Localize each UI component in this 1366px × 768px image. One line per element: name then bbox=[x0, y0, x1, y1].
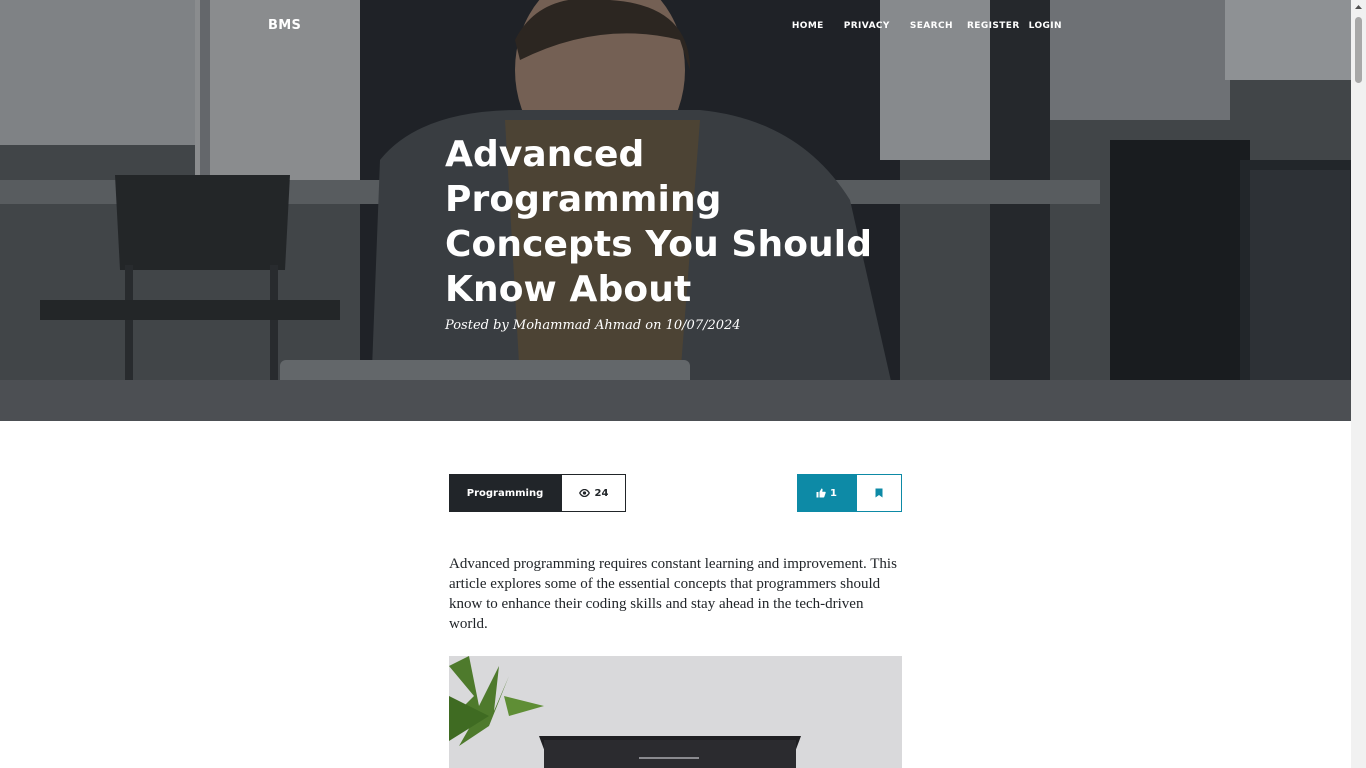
brand-logo-link[interactable]: BMS bbox=[268, 18, 301, 33]
like-button[interactable]: 1 bbox=[797, 474, 856, 512]
nav-link-privacy[interactable]: PRIVACY bbox=[844, 21, 890, 31]
bookmark-icon bbox=[875, 488, 883, 498]
article-intro-paragraph: Advanced programming requires constant l… bbox=[449, 556, 897, 632]
views-badge: 24 bbox=[561, 474, 626, 512]
nav-link-search[interactable]: SEARCH bbox=[910, 21, 953, 31]
article-image bbox=[449, 656, 902, 768]
views-count: 24 bbox=[594, 487, 609, 499]
nav-link-login[interactable]: LOGIN bbox=[1029, 21, 1062, 31]
like-count: 1 bbox=[830, 487, 837, 499]
category-button[interactable]: Programming bbox=[449, 474, 561, 512]
nav-links: HOME PRIVACY SEARCH REGISTER LOGIN bbox=[792, 21, 1062, 31]
top-navbar: BMS HOME PRIVACY SEARCH REGISTER LOGIN bbox=[0, 0, 1351, 54]
category-views-group: Programming 24 bbox=[449, 474, 626, 512]
bookmark-button[interactable] bbox=[856, 474, 902, 512]
scrollbar-thumb[interactable] bbox=[1355, 17, 1362, 83]
nav-link-home[interactable]: HOME bbox=[792, 21, 824, 31]
article-image-art bbox=[449, 656, 902, 768]
post-title: Advanced Programming Concepts You Should… bbox=[445, 134, 873, 310]
post-meta: Posted by Mohammad Ahmad on 10/07/2024 bbox=[445, 318, 741, 333]
page-scrollbar[interactable] bbox=[1351, 0, 1366, 768]
eye-icon bbox=[578, 489, 590, 497]
hero-header: BMS HOME PRIVACY SEARCH REGISTER LOGIN A… bbox=[0, 0, 1351, 421]
post-heading: Advanced Programming Concepts You Should… bbox=[445, 132, 915, 333]
thumbs-up-icon bbox=[816, 488, 826, 498]
article-content: Programming 24 1 Advanced programming re… bbox=[449, 474, 902, 634]
reaction-group: 1 bbox=[797, 474, 902, 512]
scroll-up-arrow-icon[interactable] bbox=[1351, 0, 1366, 15]
article-action-row: Programming 24 1 bbox=[449, 474, 902, 512]
nav-link-register[interactable]: REGISTER bbox=[967, 21, 1020, 31]
